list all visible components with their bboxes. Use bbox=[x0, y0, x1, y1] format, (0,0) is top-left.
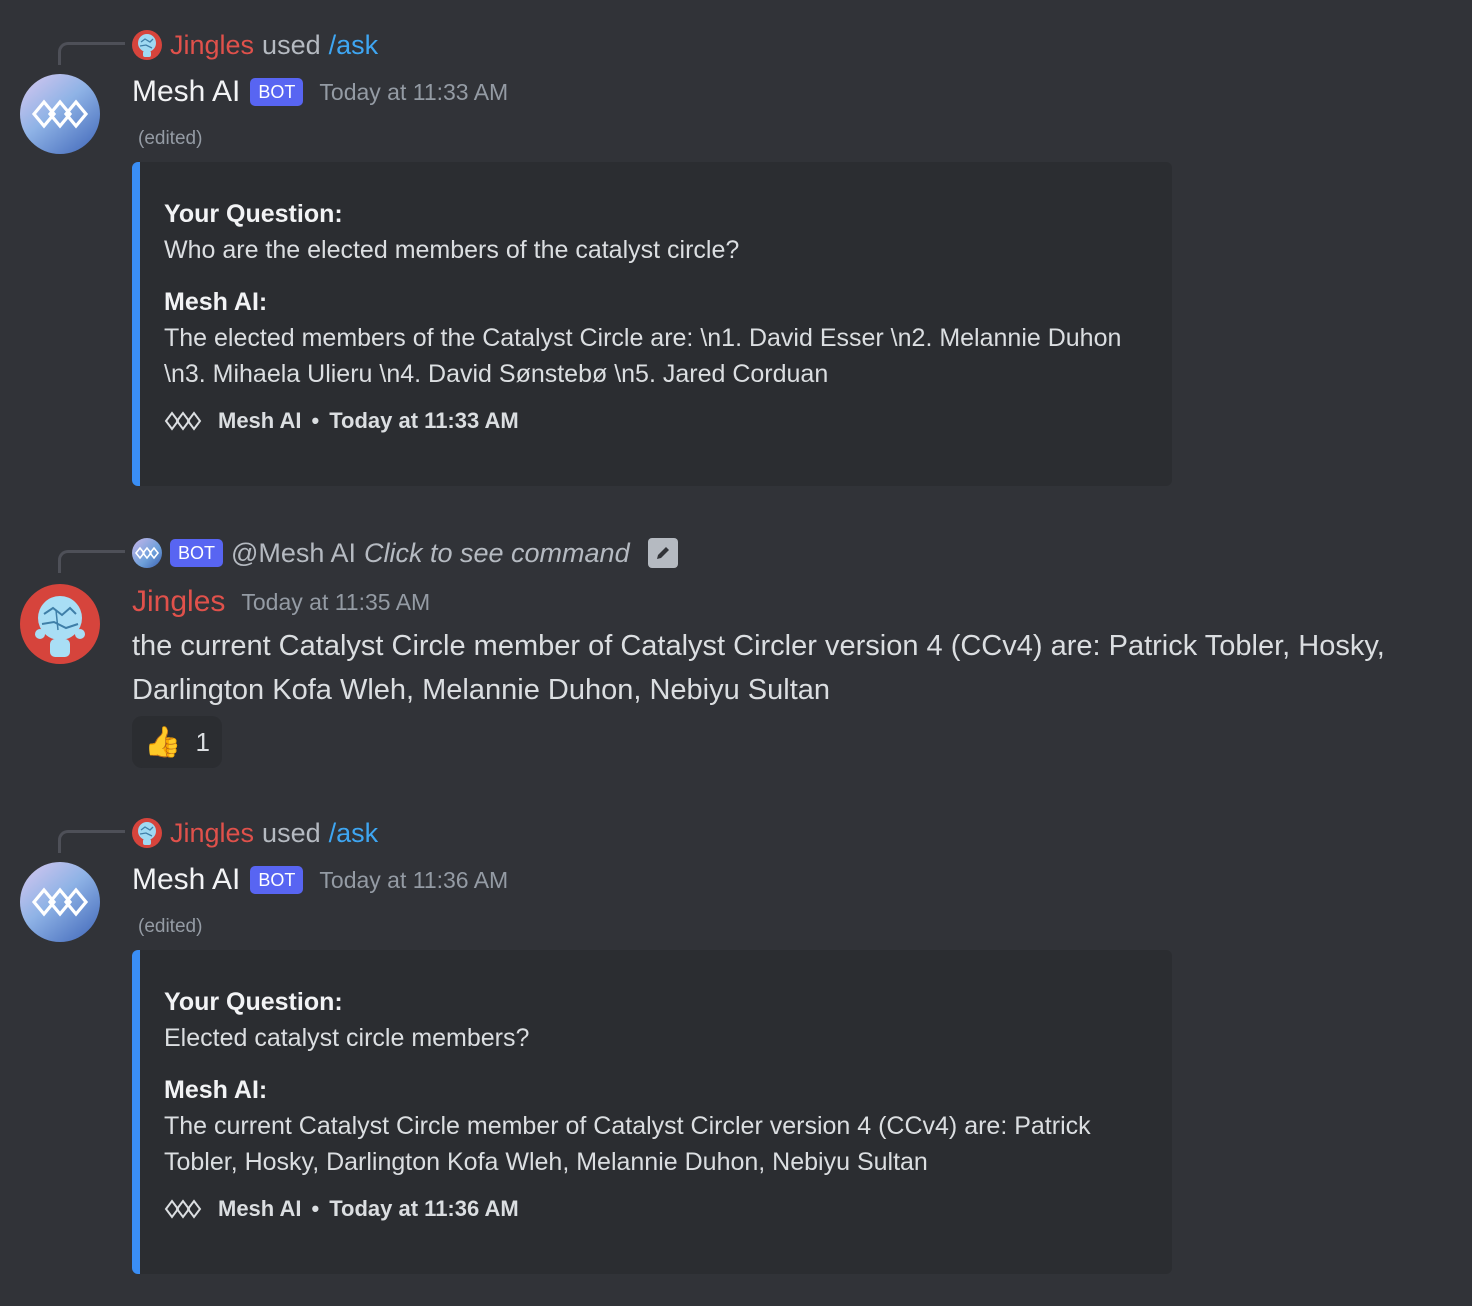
jingles-avatar[interactable] bbox=[20, 584, 100, 664]
jingles-avatar-icon bbox=[35, 596, 85, 657]
answer-embed: Your Question: Elected catalyst circle m… bbox=[132, 950, 1172, 1274]
ref-mention[interactable]: @Mesh AI bbox=[231, 538, 356, 569]
timestamp[interactable]: Today at 11:33 AM bbox=[319, 79, 508, 106]
ref-hint[interactable]: Click to see command bbox=[364, 538, 630, 569]
reaction-thumbs-up[interactable]: 👍 1 bbox=[132, 716, 222, 768]
edited-label: (edited) bbox=[138, 128, 203, 149]
mesh-ai-avatar[interactable] bbox=[20, 74, 100, 154]
footer-separator: • bbox=[311, 408, 320, 433]
command-reference[interactable]: Jingles used /ask bbox=[132, 816, 378, 850]
message-header: Mesh AI BOT Today at 11:33 AM bbox=[132, 72, 508, 112]
answer-text: The current Catalyst Circle member of Ca… bbox=[164, 1112, 1091, 1176]
answer-label: Mesh AI: bbox=[164, 288, 268, 316]
ref-username[interactable]: Jingles bbox=[170, 30, 254, 61]
author-name[interactable]: Mesh AI bbox=[132, 75, 240, 109]
timestamp[interactable]: Today at 11:35 AM bbox=[241, 589, 430, 616]
reply-reference[interactable]: BOT @Mesh AI Click to see command bbox=[132, 536, 678, 570]
mesh-small-avatar[interactable] bbox=[132, 538, 162, 568]
jingles-small-avatar[interactable] bbox=[132, 818, 162, 848]
question-label: Your Question: bbox=[164, 988, 343, 1016]
footer-separator: • bbox=[311, 1196, 320, 1221]
message-content: the current Catalyst Circle member of Ca… bbox=[132, 630, 1385, 706]
timestamp[interactable]: Today at 11:36 AM bbox=[319, 867, 508, 894]
bot-tag: BOT bbox=[250, 78, 304, 106]
jingles-avatar-icon bbox=[138, 822, 156, 845]
reply-spine bbox=[58, 42, 125, 65]
reaction-count: 1 bbox=[195, 726, 210, 757]
command-reference[interactable]: Jingles used /ask bbox=[132, 28, 378, 62]
mesh-logo-icon bbox=[164, 1199, 202, 1219]
ref-used-text: used bbox=[262, 817, 321, 848]
ref-used-text: used bbox=[262, 29, 321, 60]
question-text: Elected catalyst circle members? bbox=[164, 1024, 530, 1052]
bot-tag: BOT bbox=[250, 866, 304, 894]
embed-footer: Mesh AI • Today at 11:36 AM bbox=[164, 1196, 1148, 1222]
pencil-icon[interactable] bbox=[647, 538, 678, 568]
footer-time: Today at 11:36 AM bbox=[329, 1196, 519, 1221]
mesh-logo-icon bbox=[31, 887, 89, 917]
jingles-small-avatar[interactable] bbox=[132, 30, 162, 60]
author-name[interactable]: Jingles bbox=[132, 585, 225, 619]
mesh-ai-avatar[interactable] bbox=[20, 862, 100, 942]
mesh-logo-icon bbox=[164, 411, 202, 431]
author-name[interactable]: Mesh AI bbox=[132, 863, 240, 897]
jingles-avatar-icon bbox=[138, 34, 156, 57]
answer-embed: Your Question: Who are the elected membe… bbox=[132, 162, 1172, 486]
answer-text: The elected members of the Catalyst Circ… bbox=[164, 324, 1122, 388]
reply-spine bbox=[58, 550, 125, 573]
edited-label: (edited) bbox=[138, 916, 203, 937]
ref-command[interactable]: /ask bbox=[329, 818, 379, 849]
answer-label: Mesh AI: bbox=[164, 1076, 268, 1104]
reply-spine bbox=[58, 830, 125, 853]
thumbs-up-emoji: 👍 bbox=[144, 725, 182, 759]
footer-time: Today at 11:33 AM bbox=[329, 408, 519, 433]
bot-tag: BOT bbox=[170, 539, 224, 567]
question-label: Your Question: bbox=[164, 200, 343, 228]
message-header: Mesh AI BOT Today at 11:36 AM bbox=[132, 860, 508, 900]
mesh-logo-icon bbox=[31, 99, 89, 129]
ref-username[interactable]: Jingles bbox=[170, 818, 254, 849]
footer-name: Mesh AI bbox=[218, 408, 302, 433]
ref-command[interactable]: /ask bbox=[329, 30, 379, 61]
embed-footer: Mesh AI • Today at 11:33 AM bbox=[164, 408, 1148, 434]
message-header: Jingles Today at 11:35 AM bbox=[132, 582, 430, 622]
mesh-logo-icon bbox=[134, 546, 160, 560]
question-text: Who are the elected members of the catal… bbox=[164, 236, 740, 264]
footer-name: Mesh AI bbox=[218, 1196, 302, 1221]
